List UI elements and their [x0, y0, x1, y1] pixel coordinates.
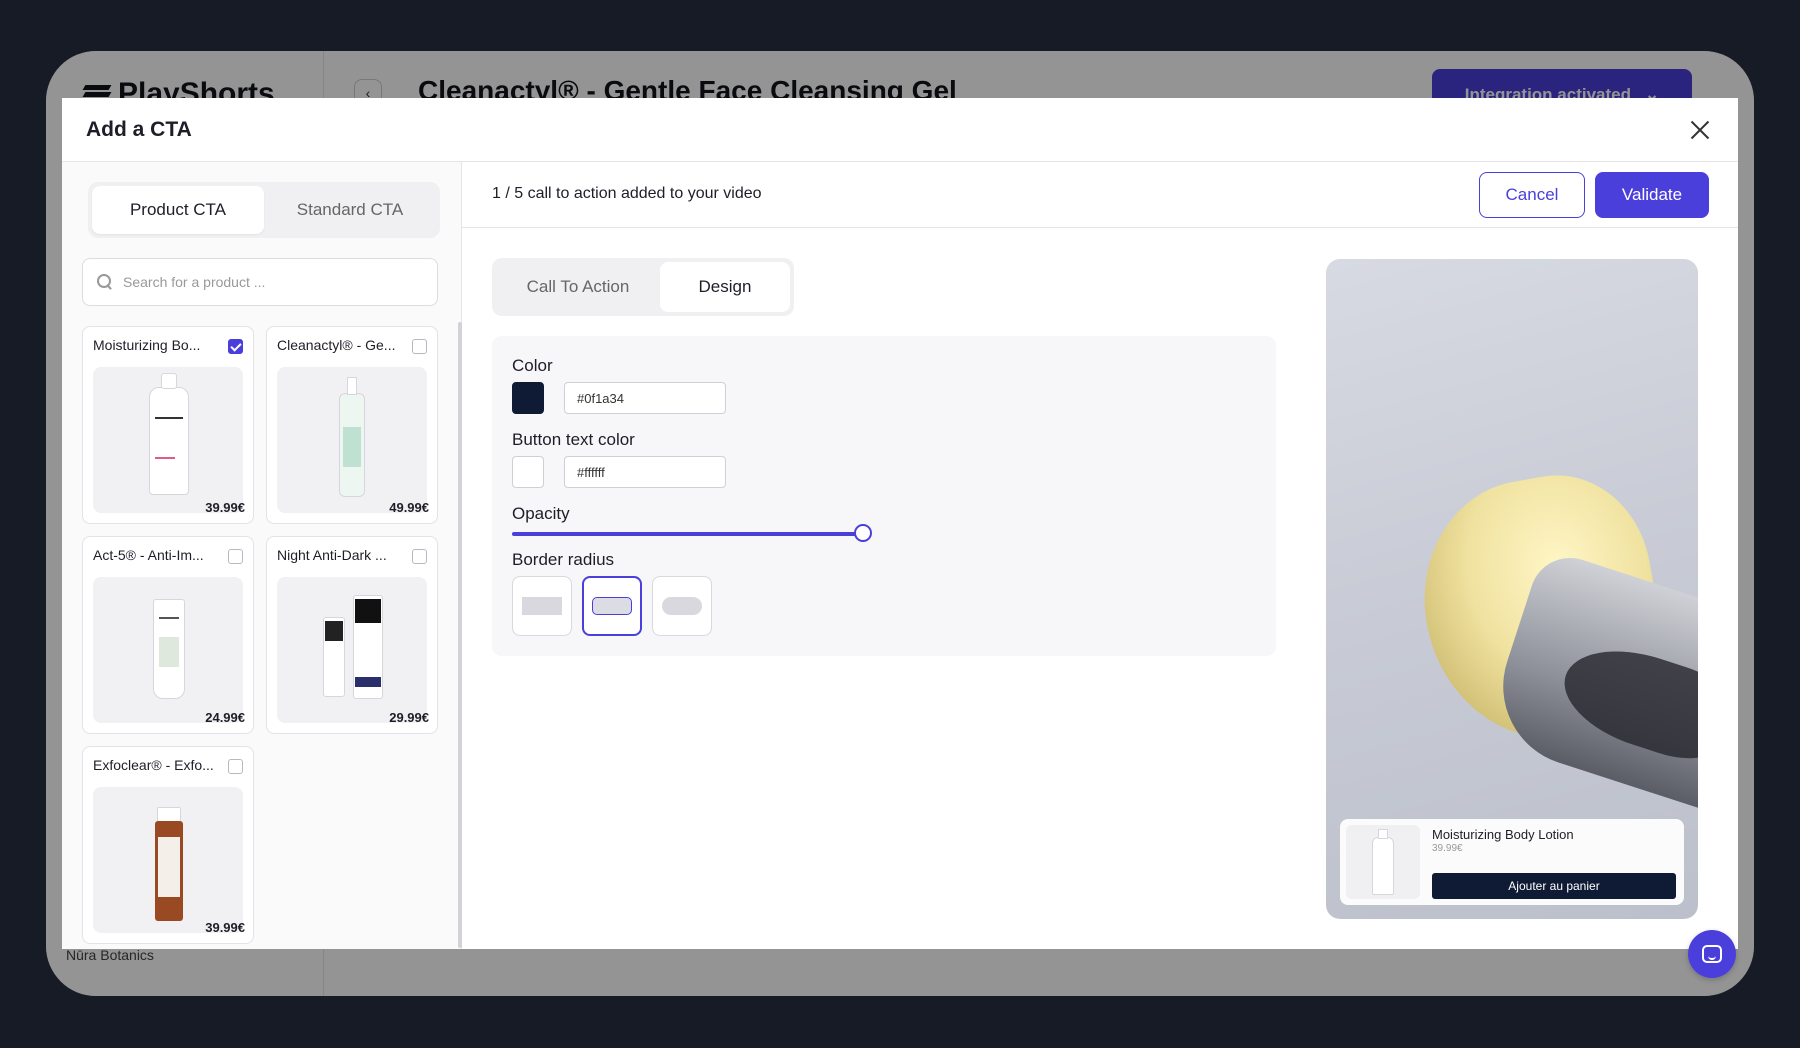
product-card[interactable]: Night Anti-Dark ... 29.99€	[266, 536, 438, 734]
product-name: Night Anti-Dark ...	[277, 547, 387, 563]
chat-icon	[1702, 945, 1722, 963]
search-input[interactable]	[123, 274, 413, 290]
product-card[interactable]: Moisturizing Bo... 39.99€	[82, 326, 254, 524]
product-checkbox[interactable]	[412, 549, 427, 564]
tab-product-cta[interactable]: Product CTA	[92, 186, 264, 234]
cta-type-tabs: Product CTA Standard CTA	[88, 182, 440, 238]
product-panel: Product CTA Standard CTA Moisturizing Bo…	[62, 162, 462, 949]
text-color-hex-input[interactable]: #ffffff	[564, 456, 726, 488]
product-image	[277, 367, 427, 513]
product-price: 24.99€	[205, 710, 245, 725]
video-preview: Moisturizing Body Lotion 39.99€ Ajouter …	[1326, 259, 1698, 919]
product-name: Exfoclear® - Exfo...	[93, 757, 214, 773]
border-radius-label: Border radius	[512, 550, 615, 569]
cta-count-text: 1 / 5 call to action added to your video	[492, 185, 762, 202]
color-label: Color	[512, 356, 553, 375]
product-checkbox[interactable]	[228, 759, 243, 774]
tab-call-to-action[interactable]: Call To Action	[496, 262, 660, 312]
radius-rounded-option[interactable]	[582, 576, 642, 636]
product-list-scrollbar[interactable]	[458, 322, 462, 948]
opacity-slider-thumb[interactable]	[854, 524, 872, 542]
editor-tabs: Call To Action Design	[492, 258, 794, 316]
radius-pill-option[interactable]	[652, 576, 712, 636]
cta-topbar: 1 / 5 call to action added to your video…	[462, 162, 1738, 228]
modal-title: Add a CTA	[86, 117, 192, 141]
tab-design[interactable]: Design	[660, 262, 790, 312]
preview-product-price: 39.99€	[1432, 843, 1463, 854]
chat-support-button[interactable]	[1688, 930, 1736, 978]
product-price: 39.99€	[205, 500, 245, 515]
product-card[interactable]: Exfoclear® - Exfo... 39.99€	[82, 746, 254, 944]
preview-add-to-cart-button[interactable]: Ajouter au panier	[1432, 873, 1676, 899]
product-price: 49.99€	[389, 500, 429, 515]
validate-button[interactable]: Validate	[1595, 172, 1709, 218]
tab-standard-cta[interactable]: Standard CTA	[264, 186, 436, 234]
product-image	[277, 577, 427, 723]
color-hex-input[interactable]: #0f1a34	[564, 382, 726, 414]
product-name: Cleanactyl® - Ge...	[277, 337, 396, 353]
search-icon	[97, 274, 113, 290]
design-panel: Color #0f1a34 Button text color #ffffff …	[492, 336, 1276, 656]
preview-product-name: Moisturizing Body Lotion	[1432, 827, 1574, 842]
product-checkbox[interactable]	[228, 339, 243, 354]
product-search	[82, 258, 438, 306]
radius-square-option[interactable]	[512, 576, 572, 636]
opacity-slider-track[interactable]	[512, 532, 862, 536]
color-swatch[interactable]	[512, 382, 544, 414]
product-image	[93, 367, 243, 513]
close-icon[interactable]	[1688, 118, 1712, 142]
product-price: 39.99€	[205, 920, 245, 935]
product-image	[93, 577, 243, 723]
preview-cta-card: Moisturizing Body Lotion 39.99€ Ajouter …	[1340, 819, 1684, 905]
preview-product-thumbnail	[1346, 825, 1420, 899]
product-checkbox[interactable]	[412, 339, 427, 354]
button-text-color-label: Button text color	[512, 430, 635, 449]
product-card[interactable]: Cleanactyl® - Ge... 49.99€	[266, 326, 438, 524]
cancel-button[interactable]: Cancel	[1479, 172, 1585, 218]
modal-header: Add a CTA	[62, 98, 1738, 162]
product-image	[93, 787, 243, 933]
product-card[interactable]: Act-5® - Anti-Im... 24.99€	[82, 536, 254, 734]
product-price: 29.99€	[389, 710, 429, 725]
product-name: Moisturizing Bo...	[93, 337, 201, 353]
product-grid: Moisturizing Bo... 39.99€ Cleanactyl® - …	[82, 326, 438, 944]
opacity-label: Opacity	[512, 504, 570, 523]
product-name: Act-5® - Anti-Im...	[93, 547, 204, 563]
text-color-swatch[interactable]	[512, 456, 544, 488]
product-checkbox[interactable]	[228, 549, 243, 564]
